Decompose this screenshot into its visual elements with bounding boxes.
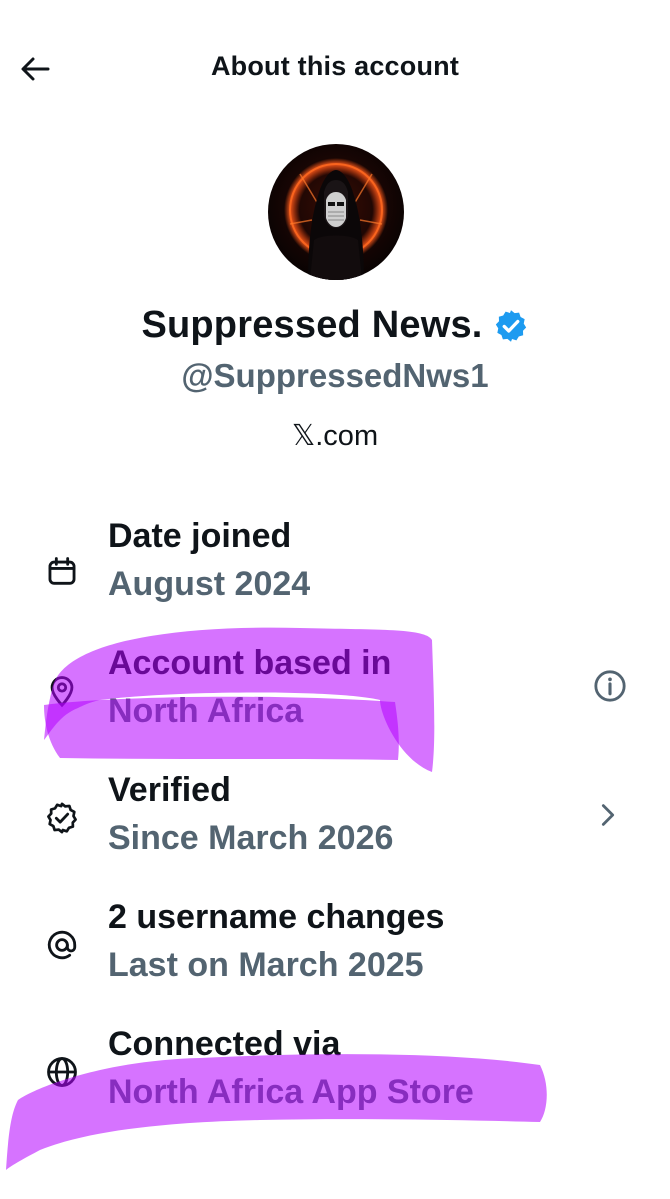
detail-label: Connected via: [108, 1025, 341, 1063]
chevron-right-icon: [588, 795, 628, 835]
detail-value: North Africa: [108, 692, 304, 730]
detail-row-date-joined: Date joined August 2024: [0, 515, 670, 627]
display-name-row: Suppressed News.: [0, 304, 670, 347]
detail-value: Since March 2026: [108, 819, 394, 857]
calendar-icon: [42, 552, 82, 592]
verified-badge-icon: [495, 309, 526, 342]
avatar-image: [268, 144, 404, 280]
detail-value: North Africa App Store: [108, 1073, 474, 1111]
connected-site: 𝕏.com: [291, 420, 379, 452]
detail-row-account-based-in: Account based in North Africa: [0, 642, 670, 754]
globe-icon: [42, 1052, 82, 1092]
info-button[interactable]: [590, 666, 630, 706]
at-sign-icon: [42, 925, 82, 965]
detail-row-username-changes: 2 username changes Last on March 2025: [0, 896, 670, 1008]
detail-label: Date joined: [108, 517, 292, 555]
detail-label: 2 username changes: [108, 898, 445, 936]
detail-label: Verified: [108, 771, 231, 809]
verified-badge-outline-icon: [42, 798, 82, 838]
user-handle: @SuppressedNws1: [181, 357, 489, 394]
info-icon: [594, 670, 626, 702]
page-title: About this account: [210, 51, 460, 81]
display-name: Suppressed News.: [141, 304, 483, 346]
avatar[interactable]: [268, 144, 404, 280]
detail-value: August 2024: [108, 565, 311, 603]
detail-value: Last on March 2025: [108, 946, 424, 984]
top-bar: About this account: [0, 0, 670, 140]
location-pin-icon: [42, 671, 82, 711]
detail-row-verified[interactable]: Verified Since March 2026: [0, 769, 670, 881]
detail-row-connected-via: Connected via North Africa App Store: [0, 1023, 670, 1135]
detail-label: Account based in: [108, 644, 392, 682]
